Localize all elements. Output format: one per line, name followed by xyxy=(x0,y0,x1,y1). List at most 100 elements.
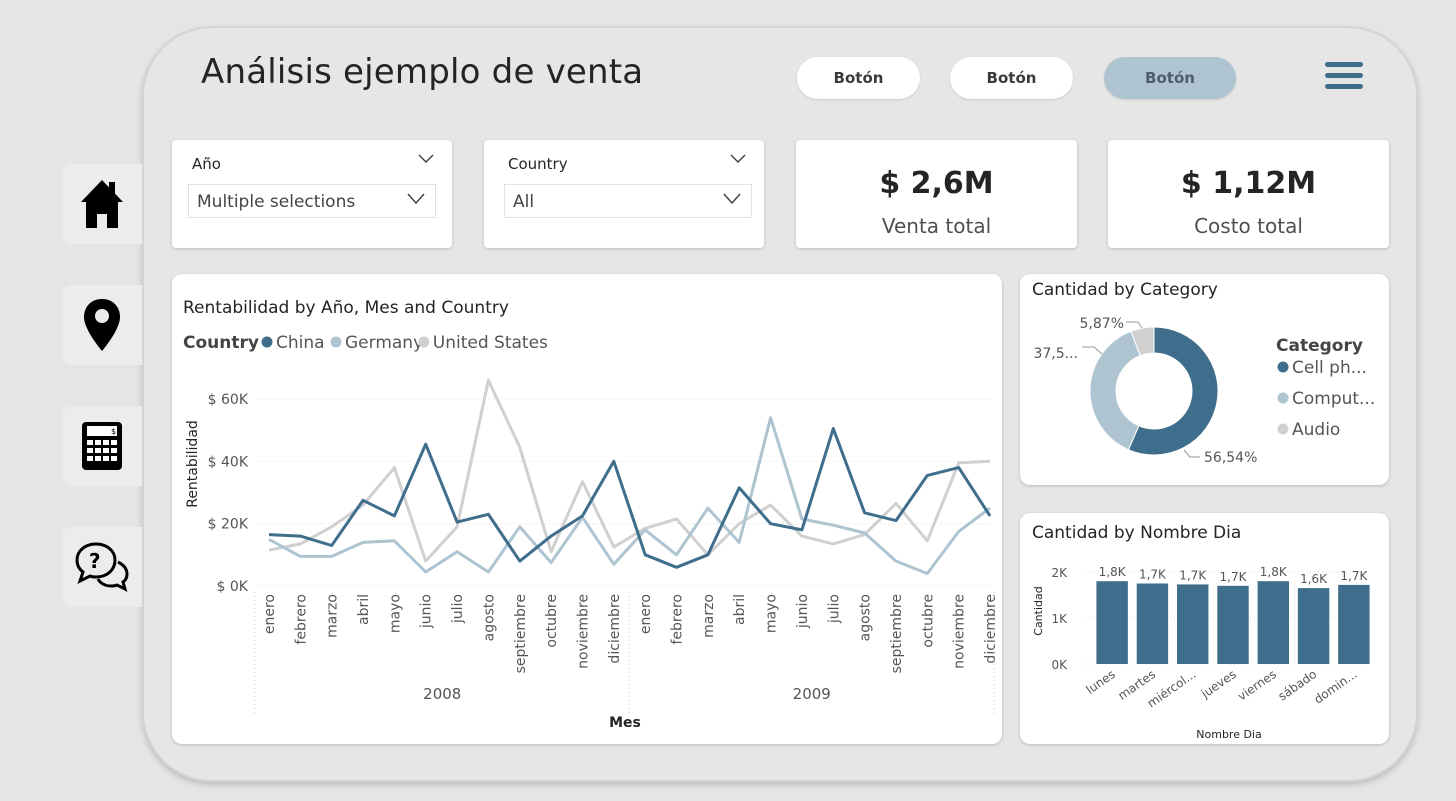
data-label: 1,6K xyxy=(1300,572,1328,586)
year-label: 2008 xyxy=(423,685,461,703)
slicer-dropdown[interactable]: All xyxy=(504,184,752,218)
nav-button-3-active[interactable]: Botón xyxy=(1104,57,1236,99)
bar[interactable] xyxy=(1177,584,1209,664)
kpi-label: Venta total xyxy=(881,214,992,238)
bar[interactable] xyxy=(1136,583,1169,665)
slicer-value: Multiple selections xyxy=(197,192,356,212)
leader-line xyxy=(1082,346,1103,355)
x-tick-label: agosto xyxy=(858,594,874,641)
x-tick-label: marzo xyxy=(701,594,717,638)
donut-slice[interactable] xyxy=(1089,330,1141,451)
data-label: 1,8K xyxy=(1260,565,1288,579)
line-chart-card: Rentabilidad by Año, Mes and Country Cou… xyxy=(172,274,1002,744)
leader-line xyxy=(1183,449,1200,458)
legend-marker xyxy=(1277,392,1289,404)
slicer-value: All xyxy=(513,192,535,212)
data-label: 1,8K xyxy=(1099,565,1127,579)
x-tick-label: febrero xyxy=(293,594,309,645)
x-tick-label: diciembre xyxy=(983,594,999,664)
donut-chart: Cantidad by Category Category Cell ph...… xyxy=(1032,280,1375,466)
x-tick-label: domin... xyxy=(1311,667,1359,707)
x-tick-label: jueves xyxy=(1198,667,1239,701)
x-tick-label: enero xyxy=(638,594,654,634)
chart-title: Cantidad by Nombre Dia xyxy=(1032,523,1241,543)
legend-item[interactable]: Germany xyxy=(345,333,423,353)
bar[interactable] xyxy=(1217,585,1249,664)
slicer-label: Año xyxy=(192,155,221,173)
home-icon xyxy=(81,180,123,228)
bar[interactable] xyxy=(1257,581,1289,664)
y-tick-label: $ 40K xyxy=(208,454,249,470)
legend-marker xyxy=(1277,423,1289,435)
page-title: Análisis ejemplo de venta xyxy=(201,52,644,92)
legend-item[interactable]: China xyxy=(276,333,325,353)
data-label: 1,7K xyxy=(1220,570,1248,584)
country-slicer[interactable]: Country All xyxy=(484,140,764,248)
nav-button-1[interactable]: Botón xyxy=(797,57,920,99)
data-label: 56,54% xyxy=(1204,450,1257,466)
x-tick-label: noviembre xyxy=(575,594,591,669)
legend-marker xyxy=(1277,361,1289,373)
y-tick-label: 1K xyxy=(1051,612,1068,626)
y-tick-label: $ 20K xyxy=(208,517,249,533)
x-tick-label: diciembre xyxy=(607,594,623,664)
x-tick-label: mayo xyxy=(387,594,403,633)
line-series-united-states[interactable] xyxy=(268,378,991,563)
legend-item[interactable]: United States xyxy=(433,333,548,353)
kpi-label: Costo total xyxy=(1194,214,1303,238)
line-chart: Rentabilidad by Año, Mes and Country Cou… xyxy=(183,298,999,731)
nav-tab-calculator[interactable]: $ xyxy=(62,406,142,486)
nav-tab-help[interactable]: ? xyxy=(62,527,142,607)
chevron-down-icon xyxy=(723,193,741,205)
legend-item[interactable]: Audio xyxy=(1292,420,1340,440)
year-label: 2009 xyxy=(793,685,831,703)
legend-item[interactable]: Cell ph... xyxy=(1292,358,1367,378)
line-series-germany[interactable] xyxy=(268,416,991,575)
x-tick-label: junio xyxy=(795,594,811,629)
x-tick-label: febrero xyxy=(670,594,686,645)
kpi-value: $ 1,12M xyxy=(1180,166,1317,201)
x-tick-label: julio xyxy=(450,594,466,624)
legend-marker xyxy=(418,336,430,348)
donut-chart-card: Cantidad by Category Category Cell ph...… xyxy=(1020,274,1389,485)
bar[interactable] xyxy=(1297,588,1330,664)
x-axis-label: Mes xyxy=(609,715,641,731)
map-pin-icon xyxy=(84,299,120,351)
x-tick-label: octubre xyxy=(920,594,936,648)
y-axis-label: Rentabilidad xyxy=(185,420,201,508)
legend-marker xyxy=(330,336,342,348)
chevron-down-icon[interactable] xyxy=(730,154,746,164)
kpi-card-costo: $ 1,12M Costo total xyxy=(1108,140,1389,248)
bar[interactable] xyxy=(1338,584,1370,664)
x-tick-label: enero xyxy=(262,594,278,634)
x-tick-label: marzo xyxy=(325,594,341,638)
slicer-label: Country xyxy=(508,155,568,173)
chart-title: Rentabilidad by Año, Mes and Country xyxy=(183,298,509,318)
x-tick-label: agosto xyxy=(481,594,497,641)
y-tick-label: $ 0K xyxy=(217,579,249,595)
x-tick-label: lunes xyxy=(1083,667,1117,697)
nav-tab-home[interactable] xyxy=(62,164,142,244)
data-label: 1,7K xyxy=(1340,569,1368,583)
leader-line xyxy=(1126,321,1143,329)
kpi-card-venta: $ 2,6M Venta total xyxy=(796,140,1077,248)
svg-text:$: $ xyxy=(111,427,116,436)
data-label: 1,7K xyxy=(1179,568,1207,582)
x-tick-label: julio xyxy=(826,594,842,624)
bar[interactable] xyxy=(1096,581,1128,664)
nav-button-2[interactable]: Botón xyxy=(950,57,1073,99)
hamburger-menu-icon[interactable] xyxy=(1325,62,1363,92)
x-axis-label: Nombre Dia xyxy=(1196,728,1261,741)
svg-text:?: ? xyxy=(89,549,101,573)
legend-item[interactable]: Comput... xyxy=(1292,389,1375,409)
x-tick-label: mayo xyxy=(764,594,780,633)
chevron-down-icon[interactable] xyxy=(418,154,434,164)
slicer-dropdown[interactable]: Multiple selections xyxy=(188,184,436,218)
x-tick-label: viernes xyxy=(1235,667,1279,704)
year-slicer[interactable]: Año Multiple selections xyxy=(172,140,452,248)
nav-tab-map[interactable] xyxy=(62,285,142,365)
y-axis-label: Cantidad xyxy=(1032,586,1045,635)
x-tick-label: abril xyxy=(356,594,372,625)
y-tick-label: 0K xyxy=(1051,658,1068,672)
legend-title: Category xyxy=(1276,336,1363,356)
